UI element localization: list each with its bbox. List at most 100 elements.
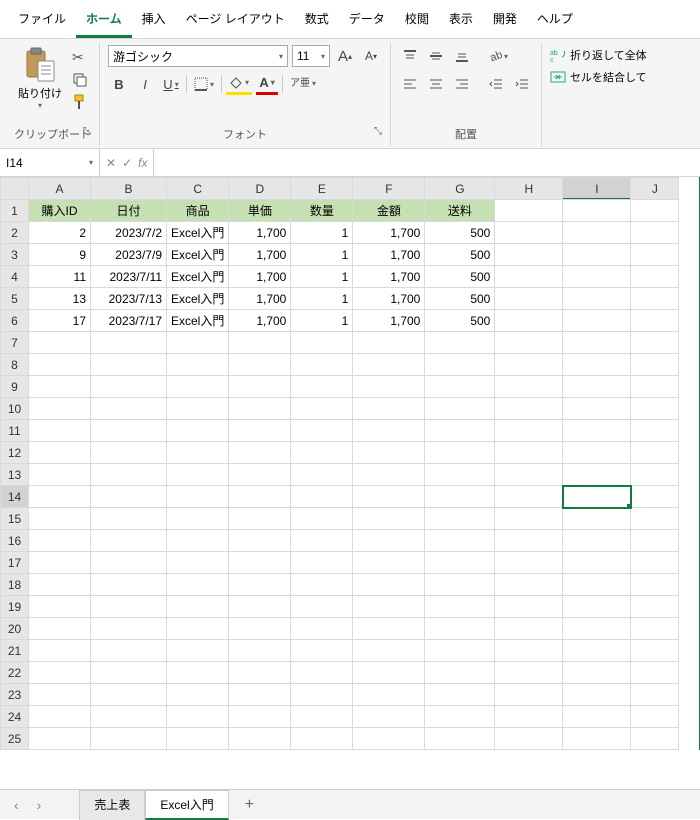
cell-D4[interactable]: 1,700 [229, 266, 291, 288]
sheet-nav-next-icon[interactable]: › [31, 797, 48, 813]
cell-B3[interactable]: 2023/7/9 [91, 244, 167, 266]
cell-C18[interactable] [167, 574, 229, 596]
cell-J7[interactable] [631, 332, 679, 354]
menu-item-2[interactable]: 挿入 [132, 4, 176, 38]
cell-C22[interactable] [167, 662, 229, 684]
cell-I14[interactable] [563, 486, 631, 508]
sheet-tab-1[interactable]: Excel入門 [145, 790, 228, 820]
paste-dropdown-icon[interactable]: ▾ [38, 101, 42, 110]
cell-A10[interactable] [29, 398, 91, 420]
cell-A7[interactable] [29, 332, 91, 354]
cell-G18[interactable] [425, 574, 495, 596]
cell-H4[interactable] [495, 266, 563, 288]
clipboard-launcher-icon[interactable]: ⤡ [83, 126, 91, 137]
add-sheet-button[interactable]: + [235, 792, 264, 818]
cell-E1[interactable]: 数量 [291, 200, 353, 222]
menu-item-7[interactable]: 表示 [439, 4, 483, 38]
cell-D21[interactable] [229, 640, 291, 662]
cell-E5[interactable]: 1 [291, 288, 353, 310]
cell-G23[interactable] [425, 684, 495, 706]
cell-H18[interactable] [495, 574, 563, 596]
row-header-14[interactable]: 14 [1, 486, 29, 508]
cell-J1[interactable] [631, 200, 679, 222]
border-button[interactable] [191, 73, 217, 95]
cell-H22[interactable] [495, 662, 563, 684]
cell-D9[interactable] [229, 376, 291, 398]
cell-E7[interactable] [291, 332, 353, 354]
cell-H8[interactable] [495, 354, 563, 376]
cell-H7[interactable] [495, 332, 563, 354]
cell-A16[interactable] [29, 530, 91, 552]
cell-C2[interactable]: Excel入門 [167, 222, 229, 244]
cell-G9[interactable] [425, 376, 495, 398]
cell-C1[interactable]: 商品 [167, 200, 229, 222]
cell-A20[interactable] [29, 618, 91, 640]
enter-formula-icon[interactable]: ✓ [122, 156, 132, 170]
cell-I5[interactable] [563, 288, 631, 310]
cell-B11[interactable] [91, 420, 167, 442]
cell-H16[interactable] [495, 530, 563, 552]
cell-C16[interactable] [167, 530, 229, 552]
bold-button[interactable]: B [108, 73, 130, 95]
cell-B10[interactable] [91, 398, 167, 420]
row-header-8[interactable]: 8 [1, 354, 29, 376]
cell-B20[interactable] [91, 618, 167, 640]
cell-H1[interactable] [495, 200, 563, 222]
cell-B2[interactable]: 2023/7/2 [91, 222, 167, 244]
cell-A18[interactable] [29, 574, 91, 596]
cell-E17[interactable] [291, 552, 353, 574]
name-box[interactable]: I14 ▾ [0, 149, 100, 176]
cell-H21[interactable] [495, 640, 563, 662]
italic-button[interactable]: I [134, 73, 156, 95]
fx-icon[interactable]: fx [138, 156, 147, 170]
cell-H10[interactable] [495, 398, 563, 420]
cell-I19[interactable] [563, 596, 631, 618]
cell-E25[interactable] [291, 728, 353, 750]
cell-B16[interactable] [91, 530, 167, 552]
cell-D13[interactable] [229, 464, 291, 486]
cell-J14[interactable] [631, 486, 679, 508]
spreadsheet-grid[interactable]: ABCDEFGHIJ1購入ID日付商品単価数量金額送料222023/7/2Exc… [0, 177, 700, 750]
cell-D3[interactable]: 1,700 [229, 244, 291, 266]
cell-B21[interactable] [91, 640, 167, 662]
sheet-nav-prev-icon[interactable]: ‹ [8, 797, 25, 813]
cell-F13[interactable] [353, 464, 425, 486]
cell-E22[interactable] [291, 662, 353, 684]
cell-B5[interactable]: 2023/7/13 [91, 288, 167, 310]
cancel-formula-icon[interactable]: ✕ [106, 156, 116, 170]
cell-A5[interactable]: 13 [29, 288, 91, 310]
row-header-18[interactable]: 18 [1, 574, 29, 596]
cell-F23[interactable] [353, 684, 425, 706]
cell-I4[interactable] [563, 266, 631, 288]
row-header-19[interactable]: 19 [1, 596, 29, 618]
font-name-select[interactable]: 游ゴシック▾ [108, 45, 288, 67]
cell-I22[interactable] [563, 662, 631, 684]
cell-I11[interactable] [563, 420, 631, 442]
cell-F17[interactable] [353, 552, 425, 574]
align-right-icon[interactable] [451, 73, 473, 95]
cell-J5[interactable] [631, 288, 679, 310]
cell-J4[interactable] [631, 266, 679, 288]
cell-F5[interactable]: 1,700 [353, 288, 425, 310]
cell-D5[interactable]: 1,700 [229, 288, 291, 310]
cell-A19[interactable] [29, 596, 91, 618]
cell-I16[interactable] [563, 530, 631, 552]
cell-C9[interactable] [167, 376, 229, 398]
cell-C3[interactable]: Excel入門 [167, 244, 229, 266]
cell-A24[interactable] [29, 706, 91, 728]
cell-F24[interactable] [353, 706, 425, 728]
cell-E4[interactable]: 1 [291, 266, 353, 288]
cell-A6[interactable]: 17 [29, 310, 91, 332]
cell-F16[interactable] [353, 530, 425, 552]
cell-E8[interactable] [291, 354, 353, 376]
cell-J18[interactable] [631, 574, 679, 596]
cell-C15[interactable] [167, 508, 229, 530]
cell-F20[interactable] [353, 618, 425, 640]
cell-G10[interactable] [425, 398, 495, 420]
cell-C11[interactable] [167, 420, 229, 442]
align-middle-icon[interactable] [425, 45, 447, 67]
cell-J15[interactable] [631, 508, 679, 530]
cell-B18[interactable] [91, 574, 167, 596]
cell-F2[interactable]: 1,700 [353, 222, 425, 244]
cell-C23[interactable] [167, 684, 229, 706]
